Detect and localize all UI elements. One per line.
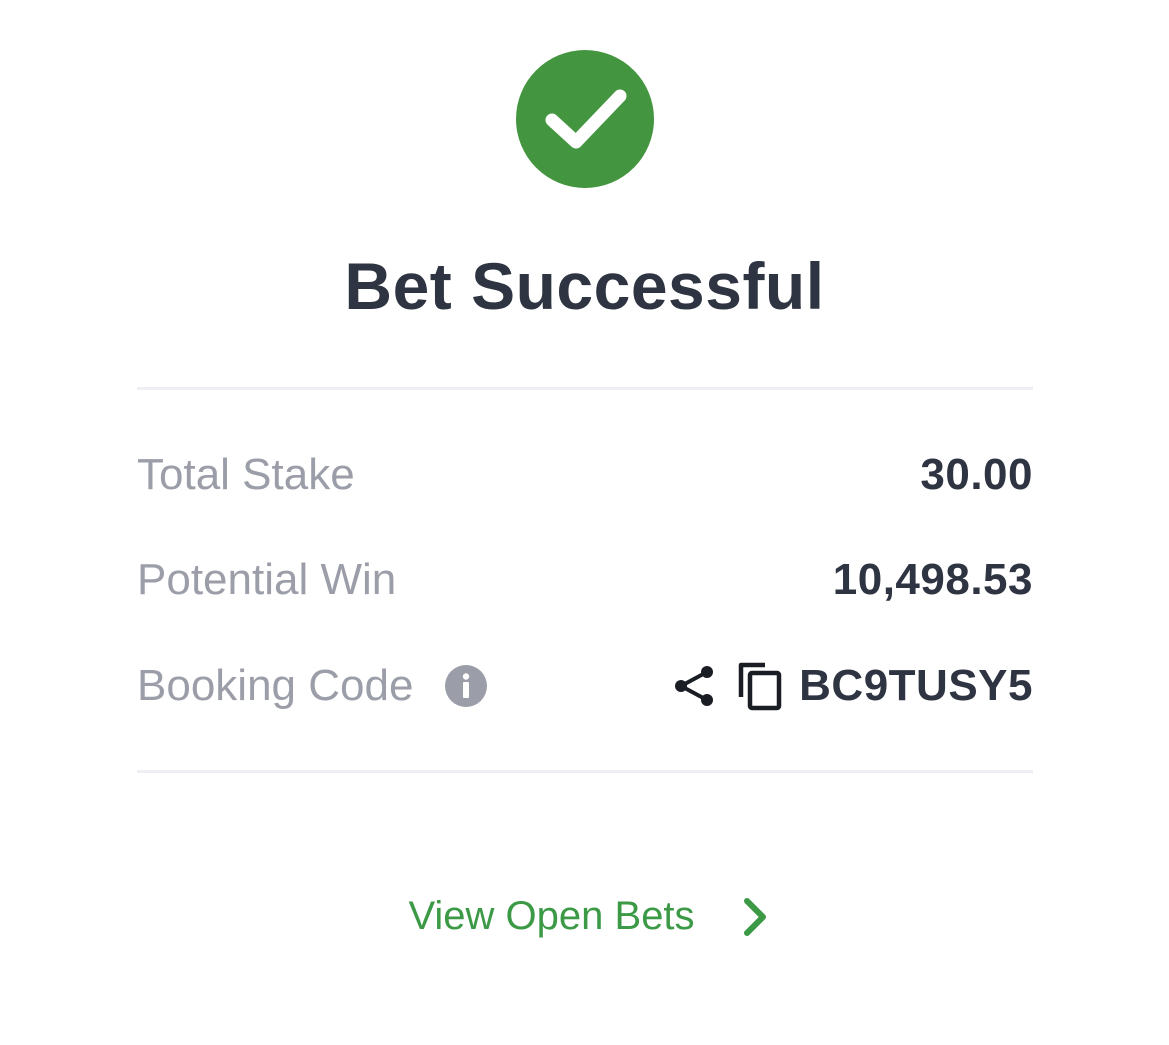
page-title: Bet Successful bbox=[344, 249, 825, 323]
booking-code-label: Booking Code bbox=[137, 661, 414, 710]
share-icon[interactable] bbox=[673, 664, 717, 708]
booking-code-value[interactable]: BC9TUSY5 bbox=[799, 661, 1033, 711]
potential-win-label: Potential Win bbox=[137, 555, 397, 604]
booking-code-label-group: Booking Code bbox=[137, 661, 488, 711]
booking-code-row: Booking Code BC9TUSY5 bbox=[137, 656, 1033, 716]
total-stake-label: Total Stake bbox=[137, 450, 355, 499]
booking-code-actions: BC9TUSY5 bbox=[673, 661, 1033, 711]
info-icon[interactable] bbox=[445, 665, 488, 707]
view-open-bets-label: View Open Bets bbox=[408, 894, 695, 938]
divider-bottom bbox=[137, 770, 1033, 773]
view-open-bets-link[interactable]: View Open Bets bbox=[0, 894, 1169, 939]
copy-icon[interactable] bbox=[737, 661, 783, 711]
success-badge bbox=[516, 50, 654, 188]
chevron-right-icon bbox=[741, 895, 769, 939]
checkmark-icon bbox=[545, 89, 627, 149]
total-stake-value: 30.00 bbox=[920, 450, 1033, 499]
divider-top bbox=[137, 387, 1033, 390]
potential-win-row: Potential Win 10,498.53 bbox=[137, 550, 1033, 610]
total-stake-row: Total Stake 30.00 bbox=[137, 445, 1033, 505]
bet-success-card: Bet Successful Total Stake 30.00 Potenti… bbox=[0, 0, 1169, 1045]
potential-win-value: 10,498.53 bbox=[832, 555, 1033, 604]
